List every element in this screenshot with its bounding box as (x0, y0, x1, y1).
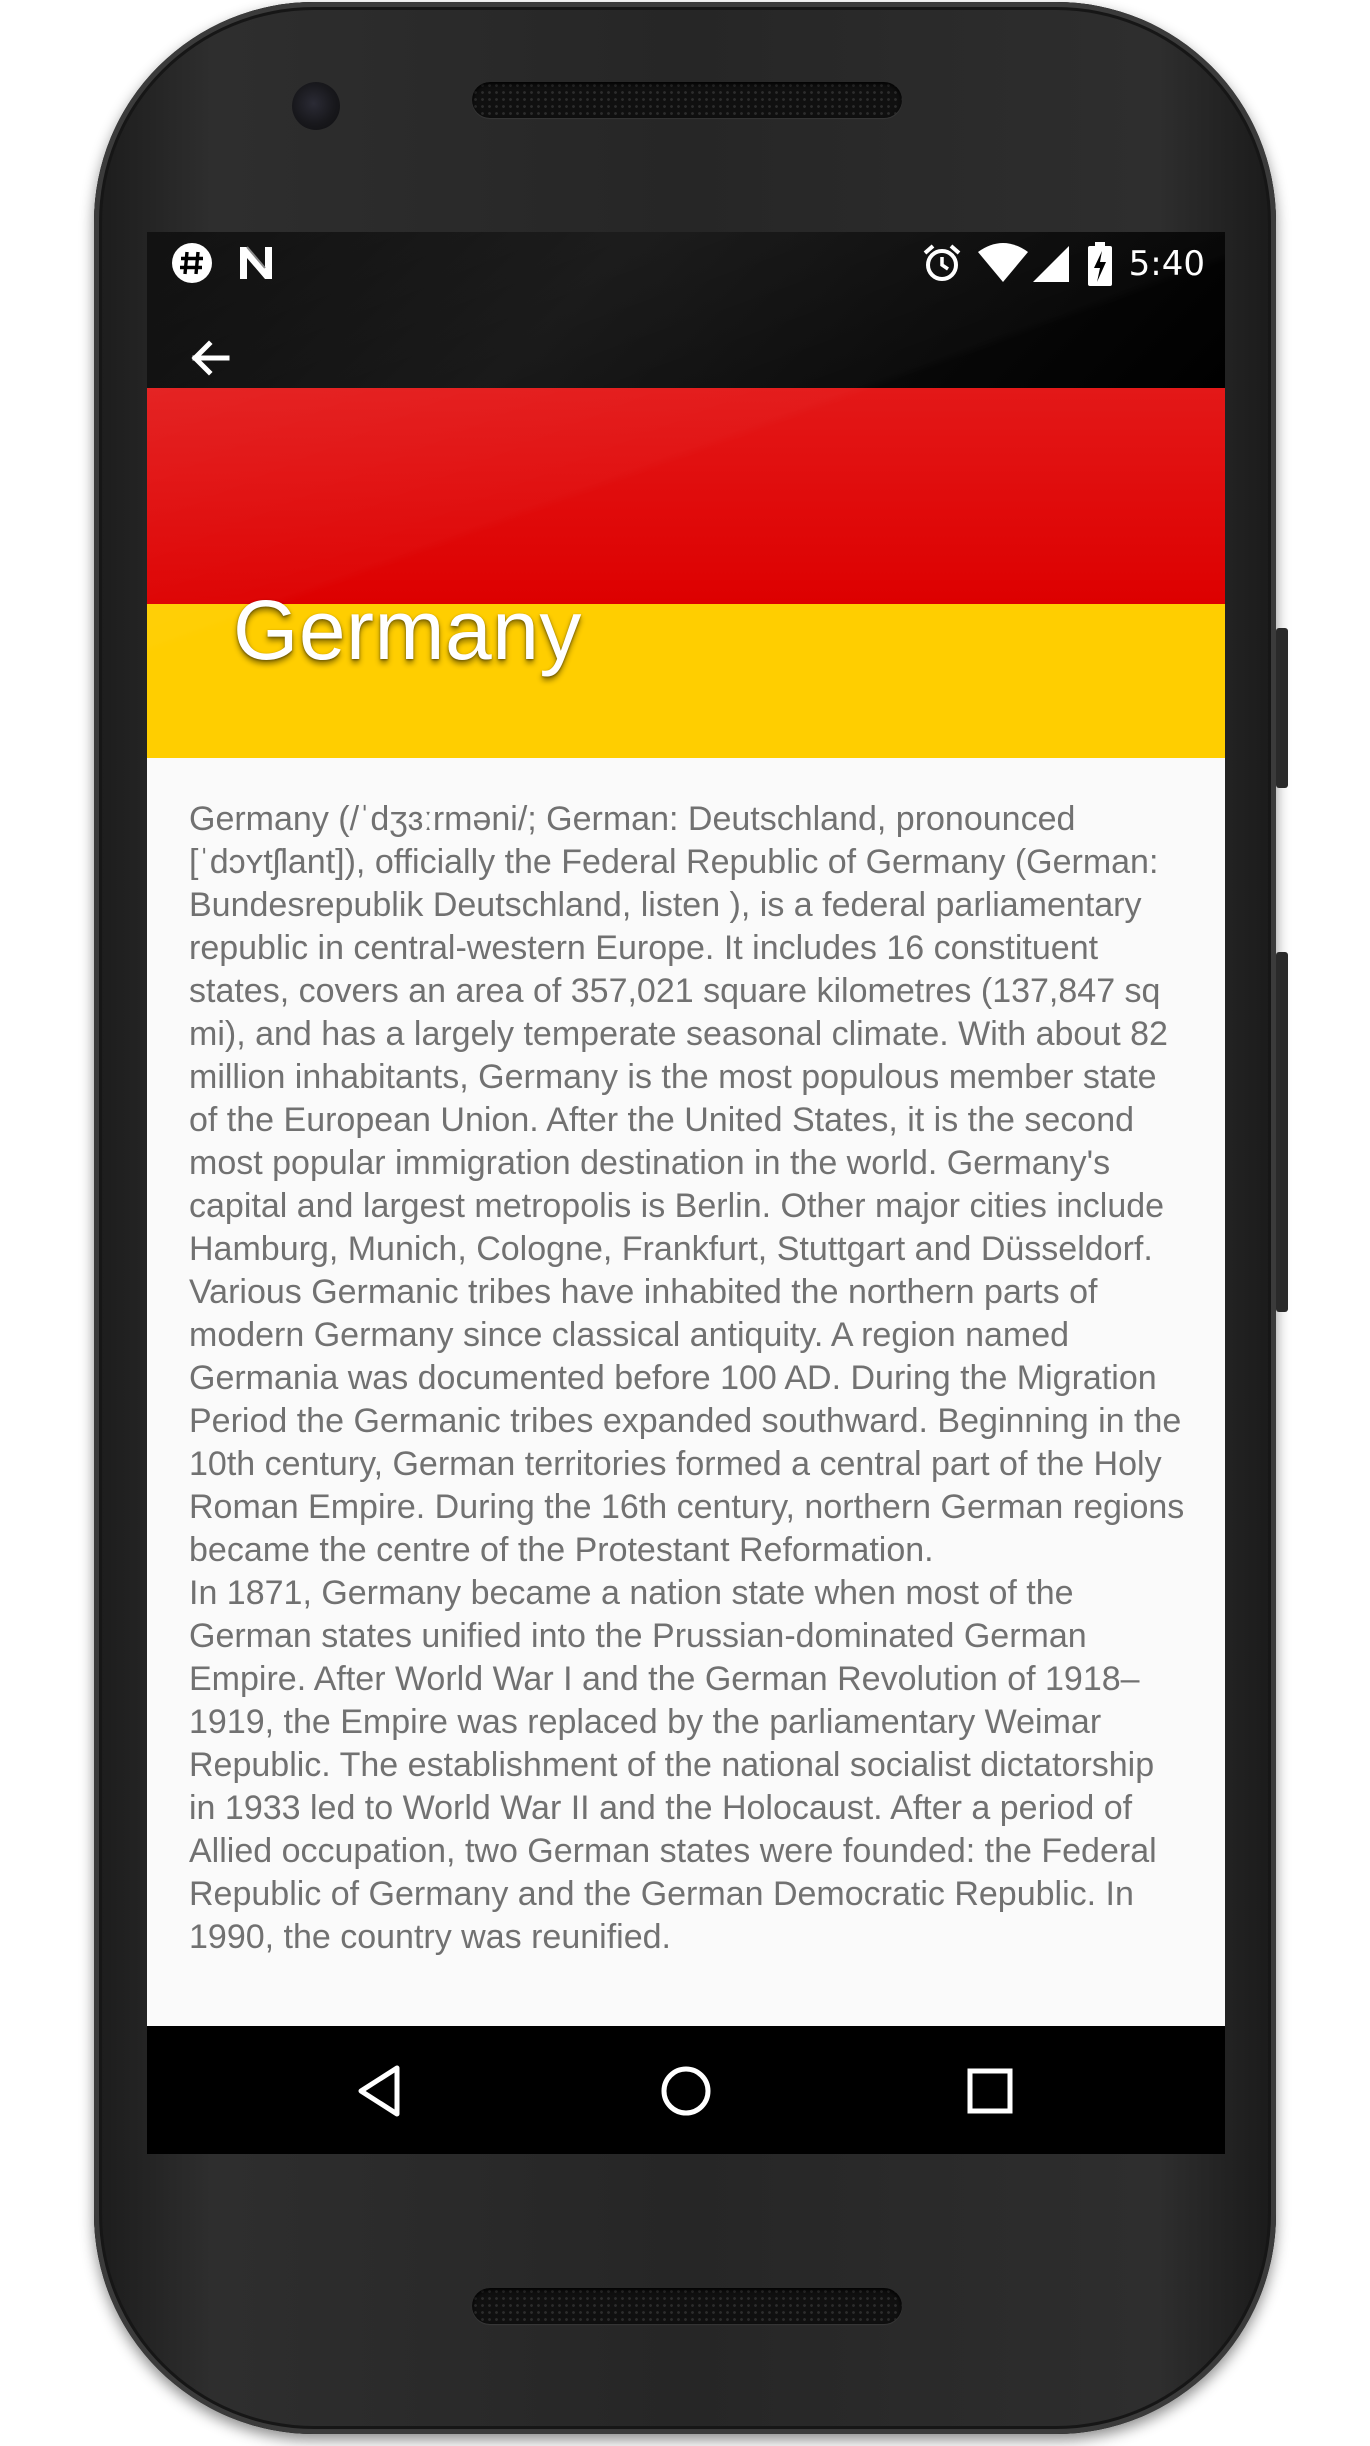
page-title: Germany (233, 583, 582, 677)
front-camera (292, 82, 340, 130)
bottom-speaker-grille (472, 2288, 902, 2324)
n-notification-icon (235, 242, 277, 284)
nav-recents-icon (967, 2068, 1013, 2114)
flag-stripe-red (147, 388, 1225, 604)
screen: Germany 5:40 Germany (/ˈdʒɜːrməni/; Germ… (147, 232, 1225, 2154)
article-paragraph: In 1871, Germany became a nation state w… (189, 1574, 1157, 1956)
back-button[interactable] (181, 328, 241, 388)
wifi-icon (977, 242, 1029, 289)
nav-recents-button[interactable] (955, 2056, 1025, 2126)
navigation-bar (147, 2026, 1225, 2154)
article-paragraph: Germany (/ˈdʒɜːrməni/; German: Deutschla… (189, 800, 1168, 1268)
top-speaker-grille (472, 82, 902, 118)
alarm-icon (921, 242, 963, 289)
collapsing-toolbar-header: Germany (147, 232, 1225, 758)
nav-back-icon (358, 2065, 400, 2117)
hashtag-notification-icon (171, 242, 213, 284)
status-time: 5:40 (1128, 244, 1205, 284)
nav-home-icon (661, 2066, 711, 2116)
power-button (1276, 628, 1288, 788)
cell-signal-icon (1031, 242, 1073, 289)
status-bar: 5:40 (147, 232, 1225, 296)
arrow-back-icon (191, 340, 230, 376)
nav-home-button[interactable] (651, 2056, 721, 2126)
volume-rocker (1276, 952, 1288, 1312)
article-paragraph: Various Germanic tribes have inhabited t… (189, 1273, 1185, 1569)
battery-charging-icon (1087, 242, 1113, 291)
article-content[interactable]: Germany (/ˈdʒɜːrməni/; German: Deutschla… (147, 758, 1225, 2026)
nav-back-button[interactable] (347, 2056, 417, 2126)
article-text: Germany (/ˈdʒɜːrməni/; German: Deutschla… (189, 798, 1189, 1959)
